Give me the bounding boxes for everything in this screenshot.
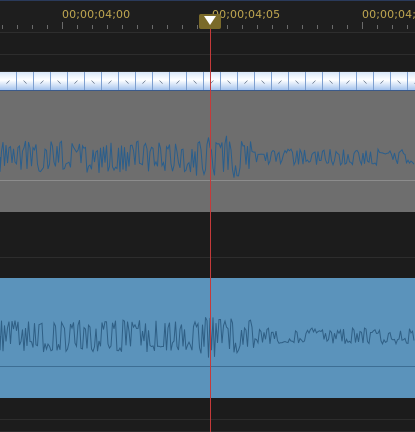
thumbnail-frame: ⸝ (68, 72, 85, 90)
ruler-tick (2, 25, 3, 29)
ruler-tick (317, 25, 318, 29)
timecode-label: 00;00;04;10 (362, 8, 415, 21)
thumbnail-frame: ⸜ (153, 72, 170, 90)
empty-track[interactable] (0, 420, 415, 432)
ruler-tick (77, 25, 78, 29)
thumbnail-frame: ⸝ (340, 72, 357, 90)
empty-track[interactable] (0, 33, 415, 55)
ruler-tick (152, 25, 153, 29)
ruler-tick (347, 25, 348, 29)
timecode-label: 00;00;04;05 (212, 8, 281, 21)
thumbnail-frame: ⸝ (102, 72, 119, 90)
thumbnail-frame: ⸝ (238, 72, 255, 90)
thumbnail-frame: ⸝ (34, 72, 51, 90)
empty-track[interactable] (0, 212, 415, 258)
ruler-tick (287, 25, 288, 29)
thumbnail-frame: ⸜ (289, 72, 306, 90)
ruler-tick (17, 25, 18, 29)
thumbnail-frame: ⸜ (85, 72, 102, 90)
thumbnail-frame: ⸝ (408, 72, 415, 90)
playhead-marker-icon[interactable] (204, 16, 216, 25)
waveform-path (0, 135, 415, 178)
ruler-tick (32, 25, 33, 29)
timecode-label: 00;00;04;00 (62, 8, 131, 21)
ruler-tick (302, 25, 303, 29)
ruler-tick (332, 25, 333, 29)
ruler-tick (47, 25, 48, 29)
thumbnail-frame: ⸝ (374, 72, 391, 90)
ruler-tick (137, 25, 138, 29)
clip-baseline (0, 366, 415, 367)
ruler-tick (62, 22, 63, 29)
playhead-line (210, 29, 211, 432)
empty-track[interactable] (0, 55, 415, 72)
ruler-tick (242, 25, 243, 29)
thumbnail-frame: ⸜ (221, 72, 238, 90)
empty-track[interactable] (0, 258, 415, 278)
thumbnail-frame: ⸝ (204, 72, 221, 90)
ruler-tick (107, 25, 108, 29)
ruler-tick (197, 25, 198, 29)
thumbnail-frame: ⸜ (119, 72, 136, 90)
thumbnail-frame: ⸜ (17, 72, 34, 90)
clip-baseline (0, 180, 415, 181)
video-thumbnail-strip: ⸝⸜⸝⸜⸝⸜⸝⸜⸝⸜⸝⸜⸝⸜⸝⸜⸝⸜⸝⸜⸝⸜⸝⸜⸝ (0, 72, 415, 91)
thumbnail-frame: ⸝ (0, 72, 17, 90)
video-clip[interactable]: ⸝⸜⸝⸜⸝⸜⸝⸜⸝⸜⸝⸜⸝⸜⸝⸜⸝⸜⸝⸜⸝⸜⸝⸜⸝ (0, 72, 415, 212)
ruler-tick (227, 25, 228, 29)
ruler-tick (257, 25, 258, 29)
thumbnail-frame: ⸜ (51, 72, 68, 90)
thumbnail-frame: ⸜ (255, 72, 272, 90)
ruler-tick (362, 22, 363, 29)
thumbnail-frame: ⸜ (323, 72, 340, 90)
ruler-tick (392, 25, 393, 29)
video-audio-waveform (0, 135, 415, 178)
thumbnail-frame: ⸝ (272, 72, 289, 90)
thumbnail-frame: ⸝ (136, 72, 153, 90)
thumbnail-frame: ⸜ (187, 72, 204, 90)
audio-waveform (0, 317, 415, 358)
ruler-tick (167, 25, 168, 29)
ruler-tick (122, 25, 123, 29)
ruler-tick (92, 25, 93, 29)
thumbnail-frame: ⸜ (391, 72, 408, 90)
ruler-tick (407, 25, 408, 29)
thumbnail-frame: ⸜ (357, 72, 374, 90)
thumbnail-frame: ⸝ (306, 72, 323, 90)
waveform-path (0, 317, 415, 358)
audio-clip[interactable] (0, 278, 415, 398)
ruler-tick (272, 25, 273, 29)
ruler-tick (182, 25, 183, 29)
empty-track[interactable] (0, 398, 415, 420)
ruler-tick (377, 25, 378, 29)
thumbnail-frame: ⸝ (170, 72, 187, 90)
